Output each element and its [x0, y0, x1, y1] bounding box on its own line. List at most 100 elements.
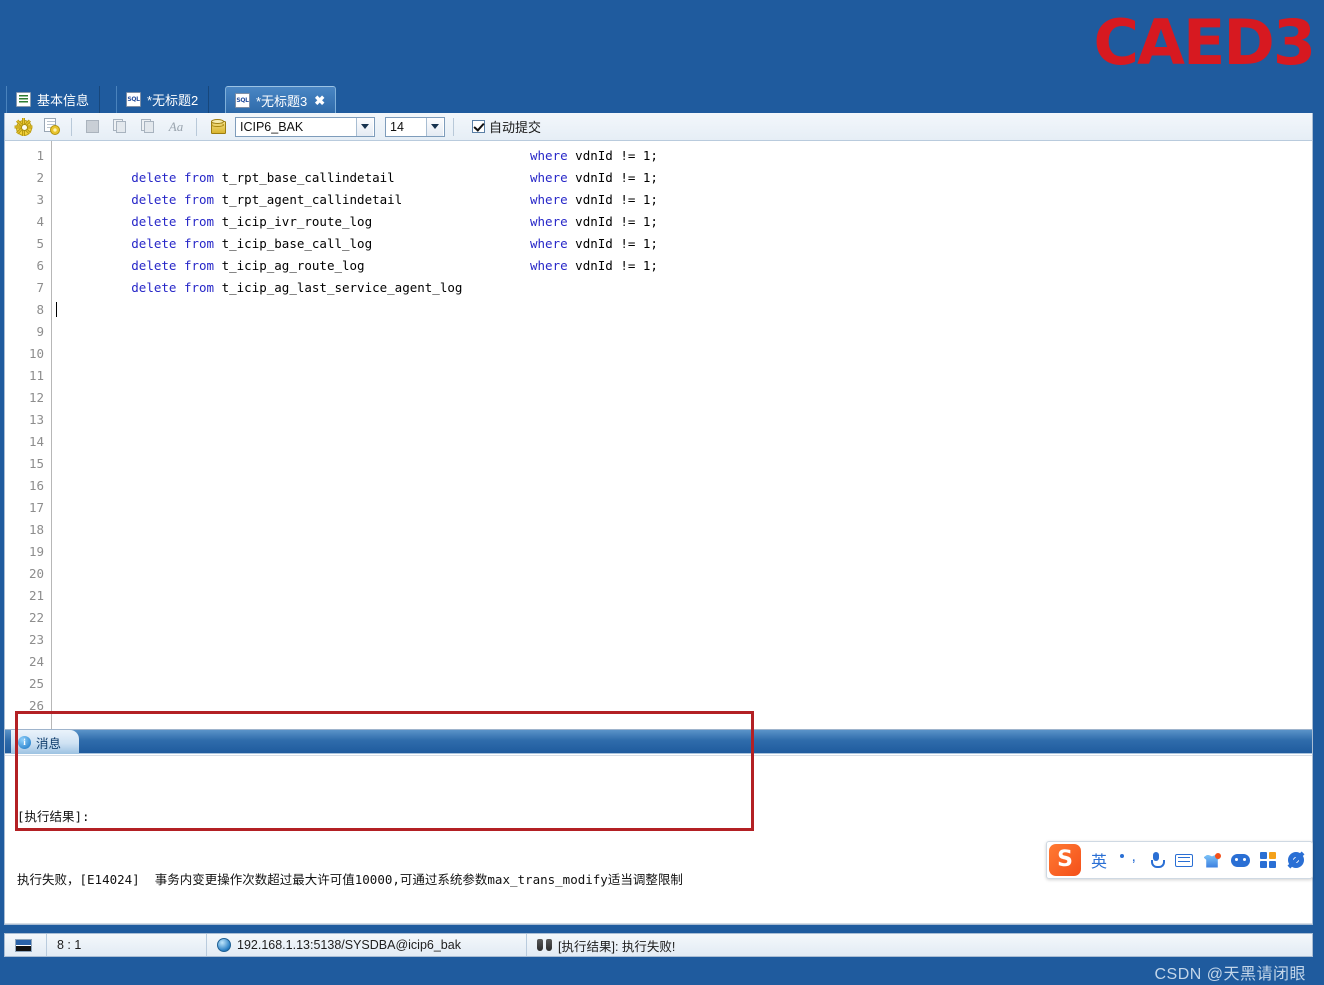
line-number: 17 [28, 500, 44, 515]
sql-condition: vdnId != 1; [575, 170, 658, 185]
sql-keyword: where [530, 192, 568, 207]
csdn-watermark: CSDN @天黑请闭眼 [1154, 966, 1306, 983]
sql-condition: vdnId != 1; [575, 258, 658, 273]
line-number: 2 [36, 170, 44, 185]
gear-icon [14, 117, 33, 136]
line-number: 11 [28, 368, 44, 383]
database-select[interactable]: ICIP6_BAK [235, 116, 375, 137]
status-keyboard-layout[interactable] [5, 934, 47, 956]
line-number: 3 [36, 192, 44, 207]
code-content[interactable]: delete from t_rpt_base_callindetail wher… [52, 141, 1312, 730]
chevron-down-icon[interactable] [426, 117, 443, 136]
font-size-value: 14 [390, 119, 404, 134]
tab-untitled-2[interactable]: SQL *无标题2 [116, 86, 210, 113]
font-size-select[interactable]: 14 [385, 116, 445, 137]
status-result: [执行结果]: 执行失败! [527, 934, 685, 956]
tab-strip: 基本信息 SQL *无标题2 SQL *无标题3 ✖ [0, 86, 1324, 113]
message-output[interactable]: [执行结果]: 执行失败，[E14024] 事务内变更操作次数超过最大许可值10… [5, 755, 1312, 924]
app-header: CAED3 [0, 0, 1324, 86]
language-mode-button[interactable]: 英 [1087, 847, 1111, 873]
execute-config-icon [43, 118, 60, 135]
tab-messages[interactable]: i 消息 [11, 730, 80, 754]
line-number: 5 [36, 236, 44, 251]
tab-close-icon[interactable]: ✖ [314, 94, 325, 107]
microphone-icon[interactable] [1145, 847, 1167, 873]
info-icon: i [18, 735, 31, 749]
database-icon[interactable] [205, 116, 229, 138]
result-value: [执行结果]: 执行失败! [558, 939, 676, 954]
line-number: 19 [28, 544, 44, 559]
sql-editor[interactable]: 1 2 3 4 5 6 7 8 9 10 11 12 13 14 15 16 1… [5, 141, 1312, 730]
auto-commit-checkbox[interactable]: 自动提交 [472, 117, 541, 136]
gear-shape [49, 125, 60, 135]
keyboard-icon[interactable] [1173, 847, 1195, 873]
export-page-icon[interactable] [136, 116, 160, 138]
where-clause: where vdnId != 1; [530, 255, 658, 277]
where-clause: where vdnId != 1; [530, 145, 658, 167]
where-clause: where vdnId != 1; [530, 167, 658, 189]
line-number: 7 [36, 280, 44, 295]
checkbox-box[interactable] [472, 120, 485, 133]
code-line: delete from t_icip_ag_last_service_agent… [56, 255, 1312, 295]
sql-file-icon: SQL [235, 92, 250, 108]
punctuation-icon[interactable] [1117, 847, 1139, 873]
sql-condition: vdnId != 1; [575, 214, 658, 229]
keyboard-layout-icon [15, 938, 32, 952]
code-line: delete from t_rpt_base_callindetail wher… [56, 145, 1312, 185]
status-connection[interactable]: 192.168.1.13:5138/SYSDBA@icip6_bak [207, 934, 527, 956]
skin-icon[interactable] [1201, 847, 1223, 873]
sql-keyword: where [530, 236, 568, 251]
line-number: 6 [36, 258, 44, 273]
gear-tooth [22, 117, 25, 136]
sql-condition: vdnId != 1; [575, 236, 658, 251]
line-number: 13 [28, 412, 44, 427]
sogou-logo-icon[interactable]: S [1049, 844, 1081, 876]
sql-keyword: where [530, 170, 568, 185]
copy-page-icon[interactable] [108, 116, 132, 138]
line-number: 1 [36, 148, 44, 163]
tab-label: 基本信息 [37, 93, 90, 108]
settings-gear-icon[interactable] [11, 116, 35, 138]
punct-glyph [1118, 848, 1138, 869]
tab-basic-info[interactable]: 基本信息 [6, 86, 101, 113]
sql-keyword: where [530, 214, 568, 229]
sql-keyword: where [530, 258, 568, 273]
where-clause: where vdnId != 1; [530, 233, 658, 255]
line-number: 24 [28, 654, 44, 669]
mic-glyph [1149, 851, 1165, 869]
font-format-icon[interactable]: Aa [164, 116, 188, 138]
text-caret [56, 302, 57, 317]
line-number: 25 [28, 676, 44, 691]
status-bar: 8 : 1 192.168.1.13:5138/SYSDBA@icip6_bak… [4, 933, 1313, 957]
emoji-icon[interactable] [1229, 847, 1251, 873]
tab-label: *无标题3 [256, 93, 308, 109]
gear-glyph [1288, 852, 1304, 868]
binoculars-icon [537, 939, 552, 951]
settings-icon[interactable] [1285, 847, 1307, 873]
gear-page-icon[interactable] [39, 116, 63, 138]
toolbar-separator [71, 117, 72, 136]
where-clause: where vdnId != 1; [530, 211, 658, 233]
line-number: 18 [28, 522, 44, 537]
stop-icon[interactable] [80, 116, 104, 138]
code-line: delete from t_icip_ag_route_log where vd… [56, 233, 1312, 273]
caed3-logo: CAED3 [1093, 6, 1316, 79]
chevron-down-icon[interactable] [356, 117, 373, 136]
line-number: 22 [28, 610, 44, 625]
editor-toolbar: Aa ICIP6_BAK 14 自动提交 [5, 113, 1312, 141]
tab-untitled-3[interactable]: SQL *无标题3 ✖ [225, 86, 337, 113]
apps-grid-icon[interactable] [1257, 847, 1279, 873]
sogou-ime-toolbar[interactable]: S 英 [1046, 841, 1313, 879]
line-number: 20 [28, 566, 44, 581]
message-tab-bar: i 消息 [5, 730, 1312, 754]
sql-keyword: where [530, 148, 568, 163]
line-number: 10 [28, 346, 44, 361]
bottom-strip: CSDN @天黑请闭眼 [0, 957, 1324, 985]
shirt-glyph [1204, 852, 1221, 868]
line-number: 12 [28, 390, 44, 405]
line-number: 16 [28, 478, 44, 493]
kbd-glyph [1175, 853, 1193, 867]
line-number: 21 [28, 588, 44, 603]
connection-value: 192.168.1.13:5138/SYSDBA@icip6_bak [237, 938, 461, 952]
